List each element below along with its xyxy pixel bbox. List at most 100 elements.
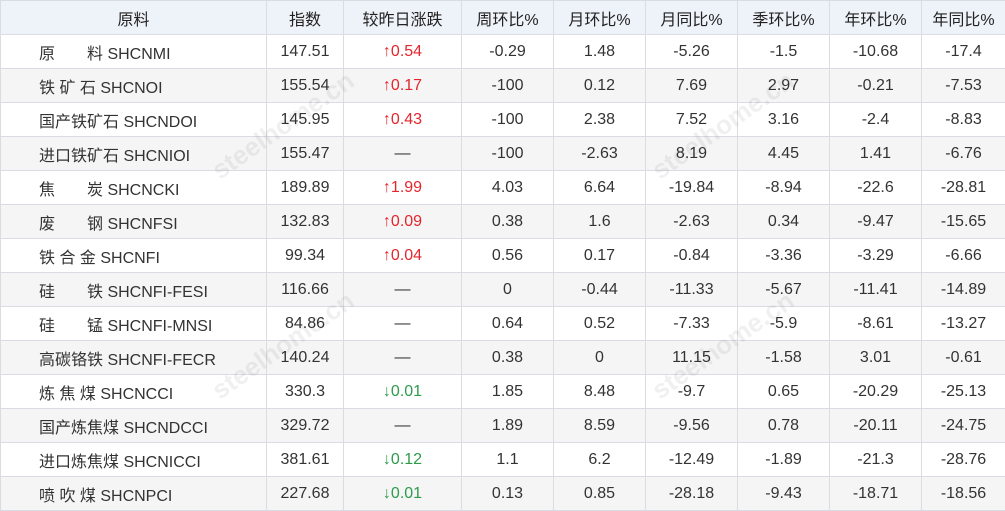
- cell-year-env: 1.41: [830, 137, 922, 171]
- cell-yoy: -13.27: [922, 307, 1005, 341]
- cell-yoy: -0.61: [922, 341, 1005, 375]
- header-month-yoy[interactable]: 月同比%: [646, 1, 738, 35]
- table-row[interactable]: 进口铁矿石 SHCNIOI155.47—-100-2.638.194.451.4…: [1, 137, 1005, 171]
- header-material[interactable]: 原料: [1, 1, 267, 35]
- cell-year-env: -21.3: [830, 443, 922, 477]
- cell-index: 116.66: [267, 273, 344, 307]
- cell-material[interactable]: 硅 锰 SHCNFI-MNSI: [1, 307, 267, 341]
- index-table: 原料 指数 较昨日涨跌 周环比% 月环比% 月同比% 季环比% 年环比% 年同比…: [0, 0, 1005, 511]
- table-row[interactable]: 炼 焦 煤 SHCNCCI330.3↓0.011.858.48-9.70.65-…: [1, 375, 1005, 409]
- cell-wow: 0.13: [462, 477, 554, 511]
- cell-change: ↓0.01: [344, 375, 462, 409]
- cell-mom: 2.38: [554, 103, 646, 137]
- table-header-row: 原料 指数 较昨日涨跌 周环比% 月环比% 月同比% 季环比% 年环比% 年同比…: [1, 1, 1005, 35]
- cell-material[interactable]: 铁 矿 石 SHCNOI: [1, 69, 267, 103]
- cell-year-env: -22.6: [830, 171, 922, 205]
- cell-change: ↑0.54: [344, 35, 462, 69]
- cell-change: ↑1.99: [344, 171, 462, 205]
- cell-index: 145.95: [267, 103, 344, 137]
- header-yoy[interactable]: 年同比%: [922, 1, 1005, 35]
- cell-yoy: -14.89: [922, 273, 1005, 307]
- cell-material[interactable]: 原 料 SHCNMI: [1, 35, 267, 69]
- cell-change: ↑0.04: [344, 239, 462, 273]
- cell-material[interactable]: 铁 合 金 SHCNFI: [1, 239, 267, 273]
- cell-wow: -100: [462, 137, 554, 171]
- header-index[interactable]: 指数: [267, 1, 344, 35]
- cell-year-env: -20.29: [830, 375, 922, 409]
- table-row[interactable]: 铁 矿 石 SHCNOI155.54↑0.17-1000.127.692.97-…: [1, 69, 1005, 103]
- cell-month-yoy: -19.84: [646, 171, 738, 205]
- cell-wow: 1.85: [462, 375, 554, 409]
- cell-qoq: 4.45: [738, 137, 830, 171]
- table-row[interactable]: 铁 合 金 SHCNFI99.34↑0.040.560.17-0.84-3.36…: [1, 239, 1005, 273]
- cell-yoy: -17.4: [922, 35, 1005, 69]
- cell-wow: -0.29: [462, 35, 554, 69]
- header-year-env[interactable]: 年环比%: [830, 1, 922, 35]
- header-qoq[interactable]: 季环比%: [738, 1, 830, 35]
- cell-material[interactable]: 焦 炭 SHCNCKI: [1, 171, 267, 205]
- cell-yoy: -28.81: [922, 171, 1005, 205]
- cell-yoy: -24.75: [922, 409, 1005, 443]
- table-row[interactable]: 焦 炭 SHCNCKI189.89↑1.994.036.64-19.84-8.9…: [1, 171, 1005, 205]
- cell-qoq: -3.36: [738, 239, 830, 273]
- cell-index: 227.68: [267, 477, 344, 511]
- cell-index: 381.61: [267, 443, 344, 477]
- cell-material[interactable]: 炼 焦 煤 SHCNCCI: [1, 375, 267, 409]
- cell-month-yoy: -2.63: [646, 205, 738, 239]
- cell-yoy: -28.76: [922, 443, 1005, 477]
- cell-material[interactable]: 进口铁矿石 SHCNIOI: [1, 137, 267, 171]
- cell-change: —: [344, 307, 462, 341]
- header-mom[interactable]: 月环比%: [554, 1, 646, 35]
- cell-index: 330.3: [267, 375, 344, 409]
- cell-month-yoy: 8.19: [646, 137, 738, 171]
- table-row[interactable]: 原 料 SHCNMI147.51↑0.54-0.291.48-5.26-1.5-…: [1, 35, 1005, 69]
- cell-change: —: [344, 409, 462, 443]
- cell-mom: 6.64: [554, 171, 646, 205]
- cell-material[interactable]: 国产铁矿石 SHCNDOI: [1, 103, 267, 137]
- cell-yoy: -8.83: [922, 103, 1005, 137]
- cell-change: —: [344, 137, 462, 171]
- cell-mom: 0.12: [554, 69, 646, 103]
- cell-index: 329.72: [267, 409, 344, 443]
- cell-mom: 1.48: [554, 35, 646, 69]
- cell-mom: 8.48: [554, 375, 646, 409]
- cell-change: ↑0.43: [344, 103, 462, 137]
- cell-yoy: -25.13: [922, 375, 1005, 409]
- cell-mom: -2.63: [554, 137, 646, 171]
- table-row[interactable]: 国产铁矿石 SHCNDOI145.95↑0.43-1002.387.523.16…: [1, 103, 1005, 137]
- cell-material[interactable]: 喷 吹 煤 SHCNPCI: [1, 477, 267, 511]
- cell-month-yoy: -7.33: [646, 307, 738, 341]
- table-row[interactable]: 废 钢 SHCNFSI132.83↑0.090.381.6-2.630.34-9…: [1, 205, 1005, 239]
- cell-wow: 1.1: [462, 443, 554, 477]
- cell-qoq: -1.89: [738, 443, 830, 477]
- table-row[interactable]: 硅 锰 SHCNFI-MNSI84.86—0.640.52-7.33-5.9-8…: [1, 307, 1005, 341]
- cell-change: —: [344, 273, 462, 307]
- cell-material[interactable]: 国产炼焦煤 SHCNDCCI: [1, 409, 267, 443]
- cell-year-env: -18.71: [830, 477, 922, 511]
- cell-material[interactable]: 硅 铁 SHCNFI-FESI: [1, 273, 267, 307]
- cell-material[interactable]: 进口炼焦煤 SHCNICCI: [1, 443, 267, 477]
- cell-month-yoy: -28.18: [646, 477, 738, 511]
- cell-qoq: 0.34: [738, 205, 830, 239]
- cell-change: ↑0.17: [344, 69, 462, 103]
- header-change[interactable]: 较昨日涨跌: [344, 1, 462, 35]
- cell-material[interactable]: 高碳铬铁 SHCNFI-FECR: [1, 341, 267, 375]
- cell-qoq: -5.67: [738, 273, 830, 307]
- cell-index: 155.54: [267, 69, 344, 103]
- cell-month-yoy: -9.56: [646, 409, 738, 443]
- cell-change: ↑0.09: [344, 205, 462, 239]
- cell-year-env: -9.47: [830, 205, 922, 239]
- table-row[interactable]: 硅 铁 SHCNFI-FESI116.66—0-0.44-11.33-5.67-…: [1, 273, 1005, 307]
- cell-month-yoy: -9.7: [646, 375, 738, 409]
- header-wow[interactable]: 周环比%: [462, 1, 554, 35]
- cell-mom: -0.44: [554, 273, 646, 307]
- cell-index: 99.34: [267, 239, 344, 273]
- table-row[interactable]: 国产炼焦煤 SHCNDCCI329.72—1.898.59-9.560.78-2…: [1, 409, 1005, 443]
- cell-yoy: -6.76: [922, 137, 1005, 171]
- table-row[interactable]: 进口炼焦煤 SHCNICCI381.61↓0.121.16.2-12.49-1.…: [1, 443, 1005, 477]
- cell-wow: 0.64: [462, 307, 554, 341]
- cell-index: 189.89: [267, 171, 344, 205]
- cell-material[interactable]: 废 钢 SHCNFSI: [1, 205, 267, 239]
- table-row[interactable]: 高碳铬铁 SHCNFI-FECR140.24—0.38011.15-1.583.…: [1, 341, 1005, 375]
- table-row[interactable]: 喷 吹 煤 SHCNPCI227.68↓0.010.130.85-28.18-9…: [1, 477, 1005, 511]
